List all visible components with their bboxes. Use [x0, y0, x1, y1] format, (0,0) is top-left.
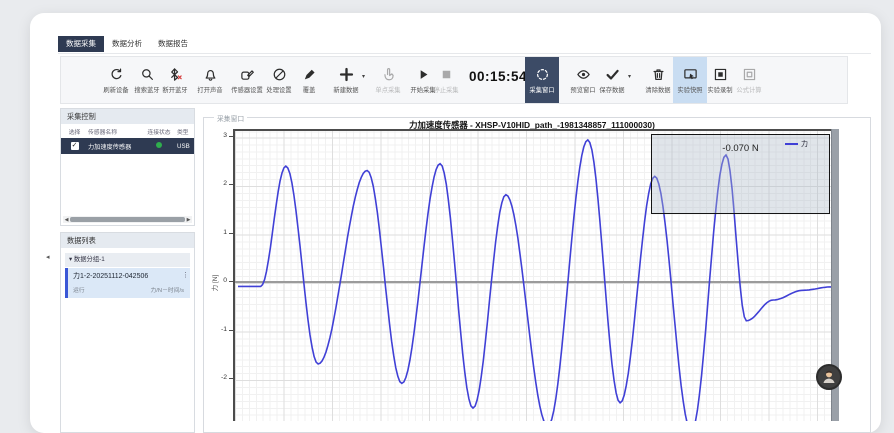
y-tick-label: -1 — [209, 326, 227, 333]
toolbar-item-label: 覆盖 — [303, 85, 316, 94]
toolbar-item-label: 单点采集 — [375, 85, 400, 94]
data-group-row[interactable]: ▾ 数据分组-1 — [65, 253, 190, 267]
sensor-name: 力加速度传感器 — [85, 142, 141, 151]
toolbar: 00:15:54 刷新设备搜索蓝牙断开蓝牙 打开声音传感器设置处理设置 覆盖 新建数据… — [60, 56, 848, 104]
sidebar: 采集控制 选择传感器名称连接状态类型 ✓ 力加速度传感器 USB ◀ ▶ 数据列表 … — [60, 108, 195, 433]
toolbar-item-label: 搜索蓝牙 — [134, 85, 159, 94]
screen-cursor-icon — [683, 67, 698, 82]
sound-on-button[interactable]: 打开声音 — [193, 57, 227, 103]
data-item-title: 力1-2-20251112-042506 — [73, 271, 186, 281]
clear-data-button[interactable]: 清除数据 — [641, 57, 675, 103]
annotation-value: -0.070 N — [722, 143, 758, 154]
toolbar-item-label: 刷新设备 — [103, 85, 128, 94]
eye-icon — [576, 67, 591, 82]
toolbar-item-label: 新建数据 — [333, 85, 358, 94]
point-collect-button[interactable]: 单点采集 — [371, 57, 405, 103]
y-tick-label: 0 — [209, 277, 227, 284]
scroll-thumb[interactable] — [70, 217, 185, 222]
sensor-type: USB — [174, 143, 194, 150]
sensor-row[interactable]: ✓ 力加速度传感器 USB — [61, 138, 194, 154]
legend-line-icon — [785, 143, 798, 145]
legend-label: 力 — [801, 139, 808, 149]
connection-status-dot — [156, 142, 162, 148]
toolbar-item-label: 公式计算 — [736, 85, 761, 94]
app-window: 数据采集数据分析数据报告 00:15:54 刷新设备搜索蓝牙断开蓝牙打开声音传感… — [30, 13, 881, 433]
toolbar-item-label: 实验录制 — [707, 85, 732, 94]
item-menu-icon[interactable]: ⋮ — [182, 271, 189, 279]
column-header: 类型 — [174, 127, 194, 136]
toolbar-item-label: 停止采集 — [433, 85, 458, 94]
check-icon — [605, 67, 620, 82]
marker-icon — [302, 67, 317, 82]
tab-data-collect[interactable]: 数据采集 — [58, 36, 104, 52]
data-item-axes: 力/N－时间/s — [151, 285, 185, 294]
data-list-title: 数据列表 — [61, 233, 194, 248]
plus-icon — [339, 67, 354, 82]
stop-collect-button[interactable]: 停止采集 — [429, 57, 463, 103]
new-data-dropdown-caret-icon[interactable]: ▾ — [362, 73, 365, 80]
toolbar-item-label: 保存数据 — [599, 85, 624, 94]
toolbar-item-label: 清除数据 — [645, 85, 670, 94]
bluetooth-off-icon — [168, 67, 183, 82]
screen-record-icon — [713, 67, 728, 82]
refresh-icon — [109, 67, 124, 82]
refresh-device-button[interactable]: 刷新设备 — [99, 57, 133, 103]
hand-point-icon — [381, 67, 396, 82]
data-list-item[interactable]: 力1-2-20251112-042506 运行 力/N－时间/s ⋮ — [65, 268, 190, 298]
tab-bar: 数据采集数据分析数据报告 — [58, 36, 871, 54]
collect-control-title: 采集控制 — [61, 109, 194, 124]
assistant-avatar-button[interactable] — [816, 364, 842, 390]
dashed-circle-icon — [535, 67, 550, 82]
tab-data-report[interactable]: 数据报告 — [150, 36, 196, 52]
search-icon — [140, 67, 155, 82]
data-group-label: 数据分组-1 — [74, 256, 105, 263]
column-header: 选择 — [61, 127, 85, 136]
toolbar-item-label: 打开声音 — [197, 85, 222, 94]
person-icon — [821, 369, 837, 385]
chart-legend: 力 — [785, 139, 808, 149]
overwrite-button[interactable]: 覆盖 — [292, 57, 326, 103]
scroll-left-arrow[interactable]: ◀ — [63, 217, 70, 223]
process-settings-button[interactable]: 处理设置 — [262, 57, 296, 103]
y-tick-label: 3 — [209, 132, 227, 139]
toolbar-item-label: 实验快照 — [677, 85, 702, 94]
toolbar-item-label: 断开蓝牙 — [162, 85, 187, 94]
save-data-button[interactable]: 保存数据 — [595, 57, 629, 103]
sensor-table-hscrollbar[interactable]: ◀ ▶ — [63, 216, 192, 223]
y-tick-label: 2 — [209, 180, 227, 187]
sensor-settings-button[interactable]: 传感器设置 — [230, 57, 264, 103]
tab-data-analysis[interactable]: 数据分析 — [104, 36, 150, 52]
chart-groupbox: 采集窗口 力加速度传感器 - XHSP-V10HID_path_-1981348… — [203, 117, 871, 433]
collection-timer: 00:15:54 — [469, 69, 531, 84]
new-data-button[interactable]: 新建数据 — [329, 57, 363, 103]
column-header: 连接状态 — [141, 127, 174, 136]
toolbar-item-label: 预览窗口 — [570, 85, 595, 94]
y-tick-label: 1 — [209, 229, 227, 236]
bell-icon — [203, 67, 218, 82]
screen-formula-icon — [742, 67, 757, 82]
sensor-table-header: 选择传感器名称连接状态类型 — [61, 124, 194, 138]
toolbar-item-label: 传感器设置 — [231, 85, 262, 94]
toolbar-item-label: 处理设置 — [266, 85, 291, 94]
formula-calc-button[interactable]: 公式计算 — [732, 57, 766, 103]
stop-icon — [439, 67, 454, 82]
experiment-snapshot-button[interactable]: 实验快照 — [673, 57, 707, 103]
trash-icon — [651, 67, 666, 82]
save-data-dropdown-caret-icon[interactable]: ▾ — [628, 73, 631, 80]
toolbar-item-label: 采集窗口 — [529, 85, 554, 94]
column-header: 传感器名称 — [85, 127, 141, 136]
sensor-icon — [240, 67, 255, 82]
data-list-panel: 数据列表 ▾ 数据分组-1 力1-2-20251112-042506 运行 力/… — [60, 232, 195, 433]
data-item-status: 运行 — [73, 285, 85, 294]
collect-control-panel: 采集控制 选择传感器名称连接状态类型 ✓ 力加速度传感器 USB ◀ ▶ — [60, 108, 195, 226]
slash-circle-icon — [272, 67, 287, 82]
plot-area[interactable]: -0.070 N 力 — [233, 129, 831, 421]
sidebar-collapse-arrow-icon[interactable]: ◂ — [46, 253, 50, 261]
collect-window-button[interactable]: 采集窗口 — [525, 57, 559, 103]
sensor-checkbox[interactable]: ✓ — [71, 142, 79, 150]
disconnect-bluetooth-button[interactable]: 断开蓝牙 — [158, 57, 192, 103]
scroll-right-arrow[interactable]: ▶ — [185, 217, 192, 223]
y-tick-label: -2 — [209, 374, 227, 381]
